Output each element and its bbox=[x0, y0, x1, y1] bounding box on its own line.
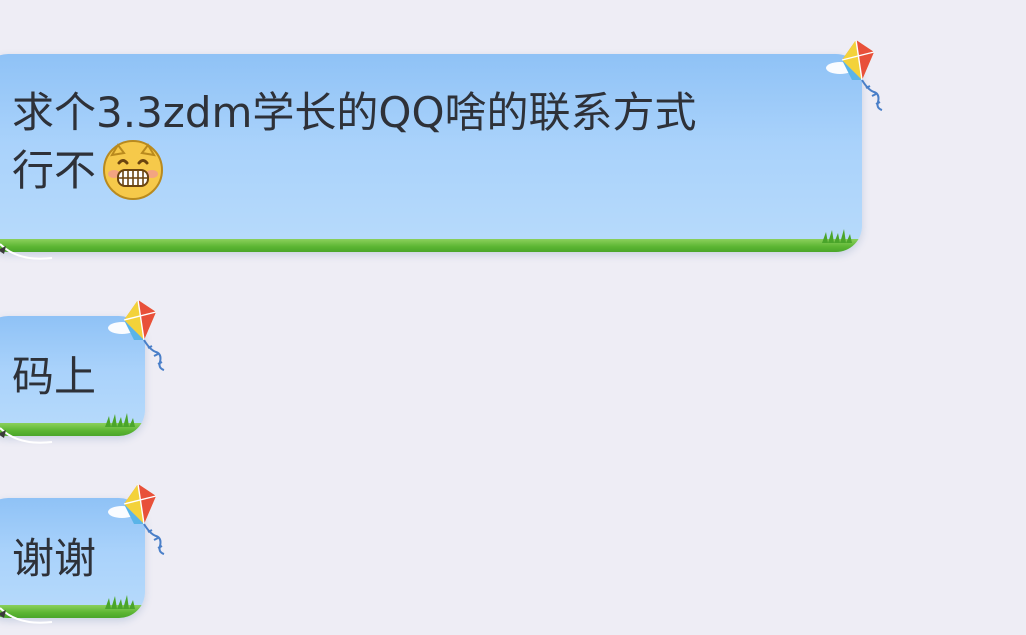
kite-icon bbox=[108, 483, 165, 555]
message-text: 谢谢 bbox=[12, 530, 105, 588]
chat-bubble-incoming[interactable]: 求个3.3zdm学长的QQ啥的联系方式 行不 bbox=[0, 54, 862, 252]
message-line: 码上 bbox=[12, 352, 97, 401]
message-line: 行不 bbox=[12, 146, 97, 195]
grass-tuft-icon bbox=[105, 595, 135, 609]
bubble-tail-icon bbox=[0, 607, 53, 624]
grin-face-icon bbox=[102, 139, 164, 201]
kite-icon bbox=[108, 299, 165, 371]
chat-message-list: 求个3.3zdm学长的QQ啥的联系方式 行不 码上 谢谢 bbox=[0, 0, 1026, 635]
grass-tuft-icon bbox=[105, 413, 135, 427]
message-text: 码上 bbox=[12, 348, 105, 406]
kite-icon bbox=[826, 39, 883, 111]
message-line: 谢谢 bbox=[12, 534, 97, 583]
bubble-tail-icon bbox=[0, 243, 53, 260]
grass-tuft-icon bbox=[822, 229, 852, 243]
message-text: 求个3.3zdm学长的QQ啥的联系方式 行不 bbox=[12, 84, 822, 201]
grass-strip bbox=[0, 239, 862, 252]
bubble-tail-icon bbox=[0, 427, 53, 444]
message-line: 求个3.3zdm学长的QQ啥的联系方式 bbox=[12, 88, 697, 137]
